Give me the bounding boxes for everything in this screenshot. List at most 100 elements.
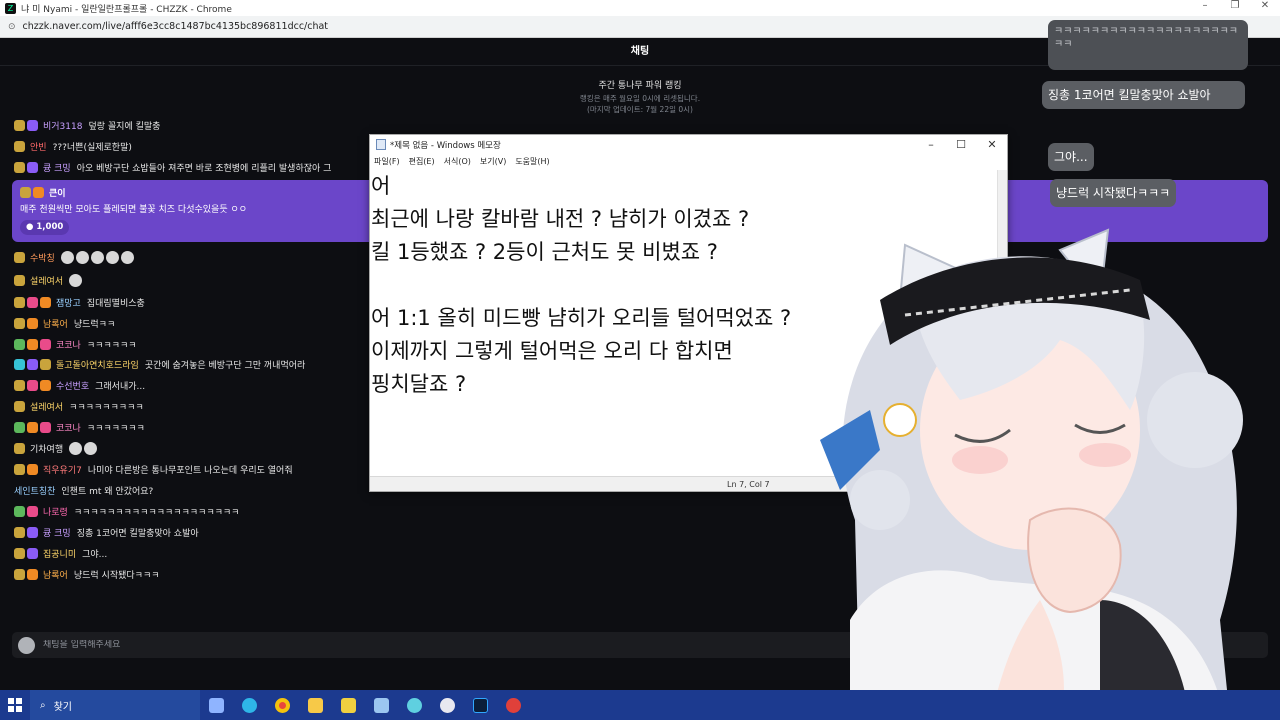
menu-help[interactable]: 도움말(H) bbox=[515, 156, 549, 167]
badge-icon bbox=[27, 379, 38, 391]
chat-nick[interactable]: 나로령 bbox=[43, 505, 68, 518]
user-avatar bbox=[18, 636, 35, 654]
task-view-icon[interactable] bbox=[200, 690, 233, 720]
chat-nick[interactable]: 집공니미 bbox=[43, 547, 76, 560]
start-button[interactable] bbox=[0, 690, 30, 720]
subscriber-badge-icon bbox=[27, 526, 38, 538]
emote-icon bbox=[69, 441, 83, 455]
chat-message: 설레여서 bbox=[14, 271, 84, 289]
site-info-icon[interactable]: ⊙ bbox=[8, 22, 16, 32]
minimize-icon[interactable]: – bbox=[1190, 0, 1220, 11]
chat-nick[interactable]: 비거3118 bbox=[43, 119, 82, 132]
chrome-icon[interactable] bbox=[266, 690, 299, 720]
chat-nick[interactable]: 기차여행 bbox=[30, 442, 63, 455]
app-cyan-icon[interactable] bbox=[398, 690, 431, 720]
menu-edit[interactable]: 편집(E) bbox=[409, 156, 435, 167]
emote-icon bbox=[105, 250, 119, 264]
chat-nick[interactable]: 안빈 bbox=[30, 140, 47, 153]
file-explorer-icon[interactable] bbox=[299, 690, 332, 720]
overlay-chat-bubble: 징총 1코어면 킬말충맞아 쇼발아 bbox=[1042, 81, 1245, 109]
maximize-icon[interactable]: ❐ bbox=[1220, 0, 1250, 11]
chat-nick[interactable]: 코코나 bbox=[56, 421, 81, 434]
chat-nick[interactable]: 남록어 bbox=[43, 568, 68, 581]
subscriber-badge-icon bbox=[27, 547, 38, 559]
chat-message: 기차여행 bbox=[14, 439, 99, 457]
chat-nick[interactable]: 잼망고 bbox=[56, 296, 81, 309]
chat-text: 아오 베방구단 쇼밥들아 져주면 바로 조현병에 리플리 발생하잖아 그 bbox=[76, 163, 332, 174]
chat-text: 인챈트 mt 왜 안갔어요? bbox=[61, 486, 154, 497]
chat-message: 큥 크밍 아오 베방구단 쇼밥들아 져주면 바로 조현병에 리플리 발생하잖아 … bbox=[14, 158, 331, 176]
overlay-bubble-text: 징총 1코어면 킬말충맞아 쇼발아 bbox=[1048, 88, 1211, 102]
chat-nick[interactable]: 큥 크밍 bbox=[43, 161, 71, 174]
chzzk-favicon-icon: Z bbox=[5, 2, 16, 14]
sticky-notes-icon[interactable] bbox=[332, 690, 365, 720]
chat-message: 세인트칭찬 인챈트 mt 왜 안갔어요? bbox=[14, 481, 153, 499]
chat-nick[interactable]: 세인트칭찬 bbox=[14, 484, 55, 497]
close-icon[interactable]: ✕ bbox=[977, 135, 1007, 154]
chat-nick[interactable]: 코코나 bbox=[56, 338, 81, 351]
url-text[interactable]: chzzk.naver.com/live/afff6e3cc8c1487bc41… bbox=[23, 21, 329, 32]
chat-message: 나로령 ㅋㅋㅋㅋㅋㅋㅋㅋㅋㅋㅋㅋㅋㅋㅋㅋㅋㅋㅋㅋ bbox=[14, 502, 239, 520]
chat-nick[interactable]: 수박칭 bbox=[30, 251, 55, 264]
badge-icon bbox=[14, 296, 25, 308]
chat-nick[interactable]: 수선번호 bbox=[56, 379, 89, 392]
chat-message: 코코나 ㅋㅋㅋㅋㅋㅋㅋ bbox=[14, 418, 145, 436]
menu-view[interactable]: 보기(V) bbox=[480, 156, 506, 167]
notepad-taskbar-icon[interactable] bbox=[365, 690, 398, 720]
badge-icon bbox=[14, 119, 25, 131]
badge-icon bbox=[14, 547, 25, 559]
minimize-icon[interactable]: – bbox=[916, 135, 946, 154]
badge-icon bbox=[14, 568, 25, 580]
emote-icon bbox=[75, 250, 89, 264]
app-red-icon[interactable] bbox=[497, 690, 530, 720]
chat-message: 수박칭 bbox=[14, 248, 136, 266]
overlay-chat-bubble: ㅋㅋㅋㅋㅋㅋㅋㅋㅋㅋㅋㅋㅋㅋㅋㅋㅋㅋㅋㅋㅋㅋ bbox=[1048, 20, 1248, 70]
chat-nick[interactable]: 남록어 bbox=[43, 317, 68, 330]
chat-message: 설레여서 ㅋㅋㅋㅋㅋㅋㅋㅋㅋ bbox=[14, 397, 144, 415]
chat-nick[interactable]: 직우유기7 bbox=[43, 463, 82, 476]
chat-nick[interactable]: 설레여서 bbox=[30, 400, 63, 413]
chat-text: 냥드럭 시작됐다ㅋㅋㅋ bbox=[73, 570, 160, 581]
notepad-titlebar[interactable]: *제목 없음 - Windows 메모장 bbox=[370, 135, 1007, 154]
chat-message: 남록어 냥드럭ㅋㅋ bbox=[14, 314, 115, 332]
chat-nick[interactable]: 돌고돌아연치호드라임 bbox=[56, 358, 139, 371]
notepad-text-area[interactable]: 어 최근에 나랑 칼바람 내전 ? 냠히가 이겼죠 ? 킬 1등했죠 ? 2등이… bbox=[371, 170, 998, 477]
overlay-bubble-text: ㅋㅋㅋㅋㅋㅋㅋㅋㅋㅋㅋㅋㅋㅋㅋㅋㅋㅋㅋㅋㅋㅋ bbox=[1054, 26, 1238, 50]
chat-message: 돌고돌아연치호드라임 곳간에 숨겨놓은 베방구단 그만 꺼내먹어라 bbox=[14, 355, 305, 373]
chat-message: 안빈 ???너쁜(실제로한말) bbox=[14, 137, 132, 155]
badge-icon bbox=[40, 379, 51, 391]
app-white-icon[interactable] bbox=[431, 690, 464, 720]
chat-nick[interactable]: 큥 크밍 bbox=[43, 526, 71, 539]
donation-nick[interactable]: 큰이 bbox=[49, 186, 66, 199]
badge-icon bbox=[20, 187, 31, 198]
taskbar-search[interactable]: ⌕ 찾기 bbox=[30, 690, 200, 720]
menu-file[interactable]: 파일(F) bbox=[374, 156, 400, 167]
badge-icon bbox=[27, 338, 38, 350]
chat-text: ???너쁜(실제로한말) bbox=[52, 142, 132, 153]
badge-icon bbox=[27, 317, 38, 329]
badge-icon bbox=[40, 338, 51, 350]
badge-icon bbox=[14, 274, 25, 286]
badge-icon bbox=[14, 358, 25, 370]
edge-icon[interactable] bbox=[233, 690, 266, 720]
chat-input[interactable] bbox=[43, 640, 1268, 650]
menu-format[interactable]: 서식(O) bbox=[444, 156, 471, 167]
badge-icon bbox=[40, 358, 51, 370]
close-icon[interactable]: ✕ bbox=[1250, 0, 1280, 11]
chat-text: 나미야 다른방은 통나무포인트 나오는데 우리도 열어줘 bbox=[87, 465, 293, 476]
badge-icon bbox=[14, 526, 25, 538]
badge-icon bbox=[27, 421, 38, 433]
chat-text: 징총 1코어면 킬말충맞아 쇼발아 bbox=[76, 528, 199, 539]
chat-nick[interactable]: 설레여서 bbox=[30, 274, 63, 287]
badge-icon bbox=[14, 400, 25, 412]
badge-icon bbox=[27, 568, 38, 580]
vertical-scrollbar[interactable] bbox=[997, 170, 1007, 477]
chat-input-box[interactable] bbox=[12, 632, 1268, 658]
maximize-icon[interactable]: ☐ bbox=[946, 135, 976, 154]
photoshop-icon[interactable] bbox=[464, 690, 497, 720]
badge-icon bbox=[27, 296, 38, 308]
chat-text: 냥드럭ㅋㅋ bbox=[73, 319, 116, 330]
windows-taskbar: ⌕ 찾기 bbox=[0, 690, 1280, 720]
notepad-window[interactable]: *제목 없음 - Windows 메모장 – ☐ ✕ 파일(F) 편집(E) 서… bbox=[369, 134, 1008, 492]
badge-icon bbox=[14, 317, 25, 329]
